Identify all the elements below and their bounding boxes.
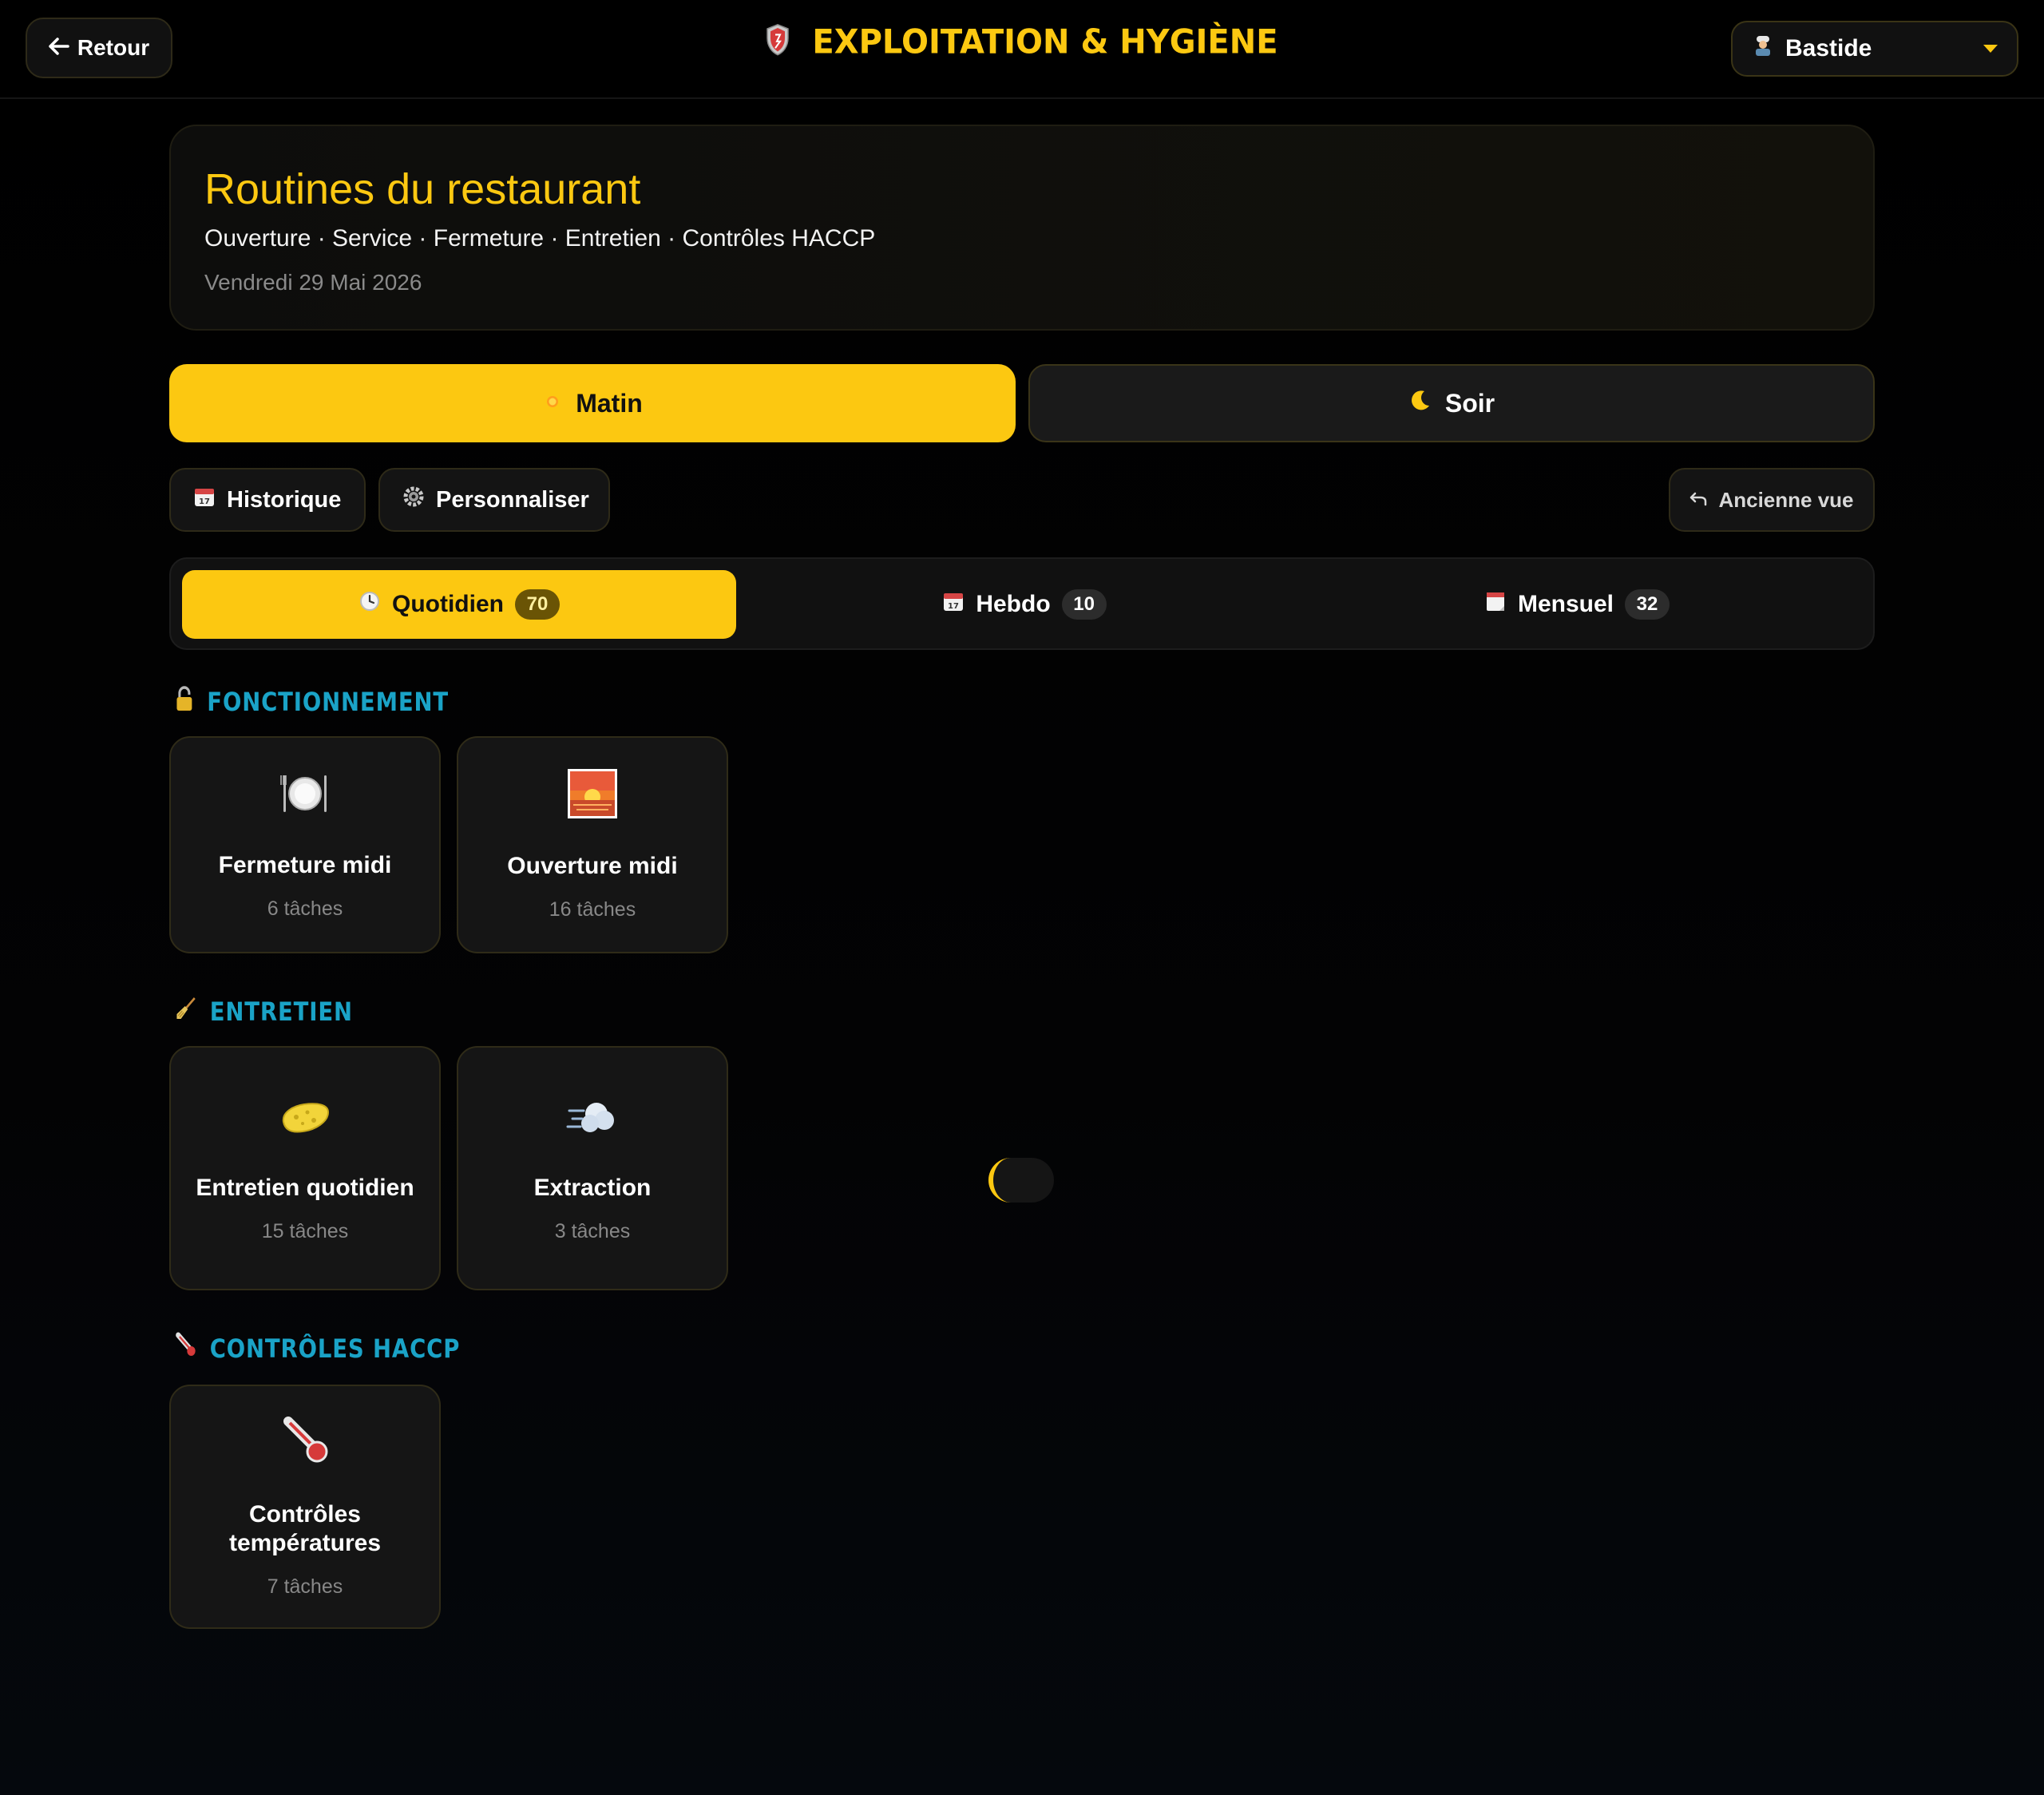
return-arrow-icon (1689, 488, 1707, 513)
tab-weekly-count: 10 (1061, 589, 1107, 620)
routine-card-name: Ouverture midi (507, 853, 678, 879)
thermometer-icon (174, 1332, 197, 1365)
routine-card-lunch-opening[interactable]: Ouverture midi 16 tâches (457, 736, 728, 953)
sun-icon (542, 389, 563, 418)
site-selector-value: Bastide (1785, 35, 1872, 61)
wind-icon (566, 1093, 619, 1153)
section-title-cleaning: ENTRETIEN (174, 995, 353, 1028)
routine-card-count: 16 tâches (549, 898, 636, 921)
app-title-text: EXPLOITATION & HYGIÈNE (812, 22, 1278, 62)
shield-icon (766, 23, 790, 65)
section-title-operation: FONCTIONNEMENT (174, 685, 449, 719)
tab-daily[interactable]: Quotidien 70 (182, 570, 736, 639)
shift-morning-label: Matin (576, 388, 643, 418)
page-header-card: Routines du restaurant Ouverture · Servi… (169, 125, 1875, 331)
routine-card-count: 3 tâches (554, 1220, 631, 1242)
customize-button[interactable]: Personnaliser (378, 468, 610, 532)
old-view-button[interactable]: Ancienne vue (1669, 468, 1875, 532)
section-title-cleaning-text: ENTRETIEN (209, 997, 353, 1027)
sponge-icon (279, 1093, 331, 1153)
broom-icon (174, 995, 197, 1028)
section-title-operation-text: FONCTIONNEMENT (207, 687, 449, 717)
clock-icon (358, 590, 381, 619)
routine-card-name: Extraction (533, 1175, 652, 1201)
shift-evening-label: Soir (1444, 388, 1495, 418)
calendar-icon: 17 (193, 485, 216, 514)
section-title-haccp-text: CONTRÔLES HACCP (209, 1333, 461, 1364)
gear-icon (402, 485, 425, 514)
page-date: Vendredi 29 Mai 2026 (204, 270, 422, 295)
history-button[interactable]: 17 Historique (169, 468, 366, 532)
customize-label: Personnaliser (436, 486, 589, 513)
routine-card-temperature-checks[interactable]: Contrôles températures 7 tâches (169, 1385, 441, 1629)
history-label: Historique (227, 486, 342, 513)
chevron-down-icon (1983, 45, 1998, 53)
moon-icon (1408, 388, 1432, 418)
routine-card-count: 7 tâches (267, 1575, 343, 1598)
sunrise-icon (567, 768, 618, 831)
page-title: Routines du restaurant (204, 165, 641, 213)
lock-icon (174, 685, 195, 719)
routine-card-name: Fermeture midi (218, 852, 392, 878)
tab-weekly-label: Hebdo (976, 591, 1051, 617)
svg-text:17: 17 (948, 602, 959, 611)
site-selector[interactable]: Bastide (1731, 21, 2018, 77)
frequency-tabs: Quotidien 70 17 Hebdo 10 Mensuel 32 (169, 557, 1875, 650)
old-view-label: Ancienne vue (1718, 487, 1854, 512)
svg-text:17: 17 (199, 497, 210, 506)
tab-daily-count: 70 (514, 589, 560, 620)
monthly-calendar-icon (1484, 590, 1507, 619)
tab-monthly-count: 32 (1625, 589, 1670, 620)
routine-card-name: Entretien quotidien (196, 1175, 414, 1201)
routine-card-count: 6 tâches (267, 898, 343, 920)
page-subtitle: Ouverture · Service · Fermeture · Entret… (204, 225, 876, 252)
plate-icon (279, 769, 331, 830)
shift-morning-button[interactable]: Matin (169, 364, 1016, 442)
routine-card-name: Contrôles températures (228, 1501, 382, 1556)
top-bar: Retour EXPLOITATION & HYGIÈNE Bastide (0, 0, 2044, 99)
loading-spinner (988, 1158, 1054, 1203)
calendar-icon: 17 (942, 590, 965, 619)
tab-daily-label: Quotidien (392, 591, 504, 617)
routine-card-extraction[interactable]: Extraction 3 tâches (457, 1046, 728, 1290)
routine-card-count: 15 tâches (261, 1220, 349, 1242)
shift-evening-button[interactable]: Soir (1028, 364, 1875, 442)
thermometer-icon (279, 1415, 331, 1480)
section-title-haccp: CONTRÔLES HACCP (174, 1332, 460, 1365)
routine-card-lunch-closing[interactable]: Fermeture midi 6 tâches (169, 736, 441, 953)
tab-weekly[interactable]: 17 Hebdo 10 (747, 570, 1301, 639)
chef-icon (1752, 34, 1774, 63)
tab-monthly-label: Mensuel (1517, 591, 1614, 617)
routine-card-daily-cleaning[interactable]: Entretien quotidien 15 tâches (169, 1046, 441, 1290)
tab-monthly[interactable]: Mensuel 32 (1300, 570, 1854, 639)
